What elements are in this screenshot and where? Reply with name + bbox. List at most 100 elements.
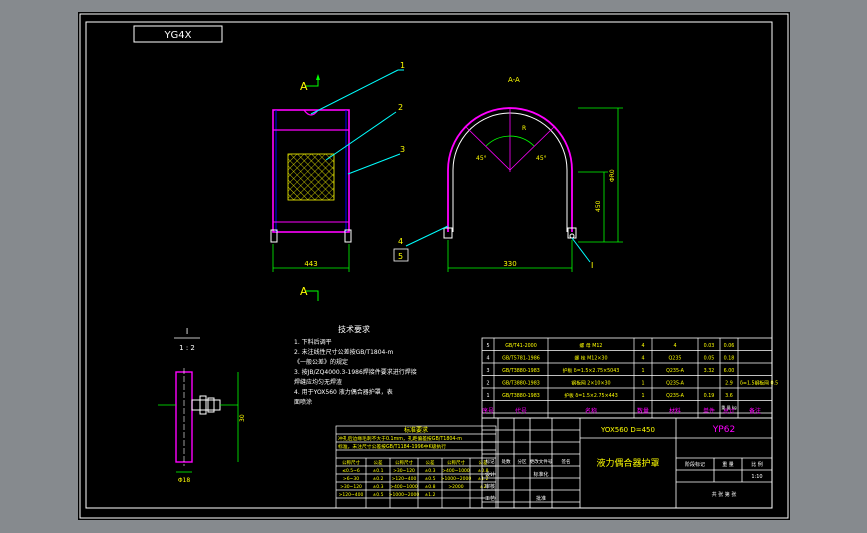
bom-cell: 1 [641,381,644,387]
inner-frame [85,21,773,509]
balloon-3: 3 [400,145,405,154]
bom-cell: 4 [641,343,644,349]
detail-title: I [186,327,188,336]
note-table-cell: ±0.5 [373,492,384,498]
bom-cell: GB/T5781-1986 [502,356,540,362]
bom-cell: Q235-A [666,368,685,374]
bom-cell: 护板 δ=1.5×2.75×5043 [563,367,620,374]
balloon-I: I [591,261,593,270]
bom-cell: 4 [673,343,676,349]
front-width-dim: 443 [304,260,317,268]
revision-header: 更改文件号 [530,458,553,465]
section-view: A-A 45° 45° R 330 ΦR0 450 4 5 I [393,76,623,272]
note-table-cell: >400~1000 [390,484,418,490]
cad-viewport[interactable]: YG4X A A 1 2 3 443 A-A 45° 45° R 330 ΦR0… [78,12,790,520]
note-table-cell: >6~30 [343,476,359,482]
bom-cell: 0.19 [704,393,715,399]
note-table-cell: >30~120 [340,484,362,490]
note-table-cell: ±1.2 [425,492,436,498]
bom-header: 代号 [515,407,527,415]
bom-cell: 螺 母 M12 [580,342,603,349]
bom-cell: 螺 栓 M12×30 [574,355,607,362]
revision-header: 处数 [502,458,511,465]
note-table-title: 标准要求 [404,426,428,434]
bom-header: 序号 [482,407,494,415]
bom-cell: 钢板网 2×10×30 [571,380,610,387]
sheet-label: 共 张 第 张 [712,491,737,498]
note-table-cell: ±0.1 [373,468,384,474]
bom-cell: 1 [641,393,644,399]
bom-cell: Q235 [669,356,682,362]
note-table-cell: ±0.5 [425,476,436,482]
title-code: YP62 [712,425,735,435]
review-label: 审核 [485,483,495,490]
bom-weight-label: 重 量 kg [721,404,737,410]
revision-header: 签名 [562,458,571,465]
radius-label: R [522,125,526,132]
balloon-2: 2 [398,103,403,112]
bom-cell: δ=1.5钢板网 0.5 [740,380,778,387]
tech-note-line-3: 3. 按JB/ZQ4000.3-1986焊接件要求进行焊接 [294,368,417,376]
stage-label: 阶段标记 [685,461,705,468]
angle-right: 45° [536,155,547,162]
bom-table: 5 GB/T41-2000 螺 母 M12 4 4 0.03 0.06 4 GB/T5781-1… [481,337,778,419]
process-label: 工艺 [485,496,495,502]
bom-cell: 6.00 [724,368,735,374]
note-table-cell: >30~120 [393,468,415,474]
bom-cell: 0.06 [724,343,735,349]
note-table-cell: ±0.3 [373,484,384,490]
note-table-header: 公称尺寸 [395,459,413,466]
tech-notes: 技术要求 1. 下料后调平 2. 未注线性尺寸公差按GB/T1804-m 《一般… [294,324,417,406]
design-label: 设计 [485,471,495,478]
bom-cell: 1 [486,393,489,399]
bom-cell: GB/T3880-1983 [502,393,540,399]
note-table-cell: >1000~2000 [441,476,472,482]
mesh-panel [287,153,335,201]
bom-cell: 5 [486,343,489,349]
balloon-5: 5 [398,252,403,261]
note-table-cell: ≤0.5~6 [342,468,360,474]
bom-cell: 2.9 [725,381,733,387]
bom-cell: 3.32 [704,368,715,374]
note-table-header: 公称尺寸 [447,459,465,466]
cad-drawing: YG4X A A 1 2 3 443 A-A 45° 45° R 330 ΦR0… [79,13,789,519]
bom-header: 数量 [637,407,649,415]
bom-header: 单件 [703,407,715,415]
approve-label: 批准 [536,495,546,502]
bom-cell: 3.6 [725,393,733,399]
bom-cell: 4 [641,356,644,362]
note-table-cell: ±0.2 [373,476,384,482]
bom-cell: GB/T3880-1983 [502,381,540,387]
bom-cell: 0.05 [704,356,715,362]
bom-cell: Q235-A [666,381,685,387]
front-view: A A 1 2 3 443 [270,61,405,301]
revision-header: 标记 [486,458,495,465]
section-height-dim-2: ΦR0 [609,169,616,182]
bom-header: 备注 [749,407,761,415]
weight-label: 重 量 [722,461,734,468]
bom-header: 名称 [585,407,597,415]
note-table-cell: >120~400 [392,476,417,482]
section-height-dim-1: 450 [595,200,602,212]
bom-cell: 1 [641,368,644,374]
bom-cell: 0.18 [724,356,735,362]
bom-header: 材料 [669,407,681,415]
note-table-cell: >1000~2000 [389,492,420,498]
note-table-header: 公称尺寸 [342,459,360,466]
note-table-header: 公差 [426,459,435,466]
tech-note-line-4: 焊缝应均匀无焊渣 [294,378,342,386]
standard-label: 标准化 [533,471,548,478]
section-arrow-bottom [306,290,319,301]
tech-note-line-6: 面喷涂 [294,398,312,406]
section-title: A-A [508,76,520,84]
detail-dim-1: 30 [239,414,246,422]
bom-cell: 3 [486,368,489,374]
note-table-grid: 公称尺寸 公差 公称尺寸 公差 公称尺寸 公差≤0.5~6 ±0.1 >30~120 ±0.3 >… [339,459,489,498]
balloon-1: 1 [400,61,405,70]
detail-scale: 1 : 2 [179,344,195,352]
section-width-dim: 330 [503,260,516,268]
angle-left: 45° [476,155,487,162]
detail-dim-2: Φ18 [178,477,191,484]
tech-notes-title: 技术要求 [338,324,370,334]
bom-cell: 0.03 [704,343,715,349]
